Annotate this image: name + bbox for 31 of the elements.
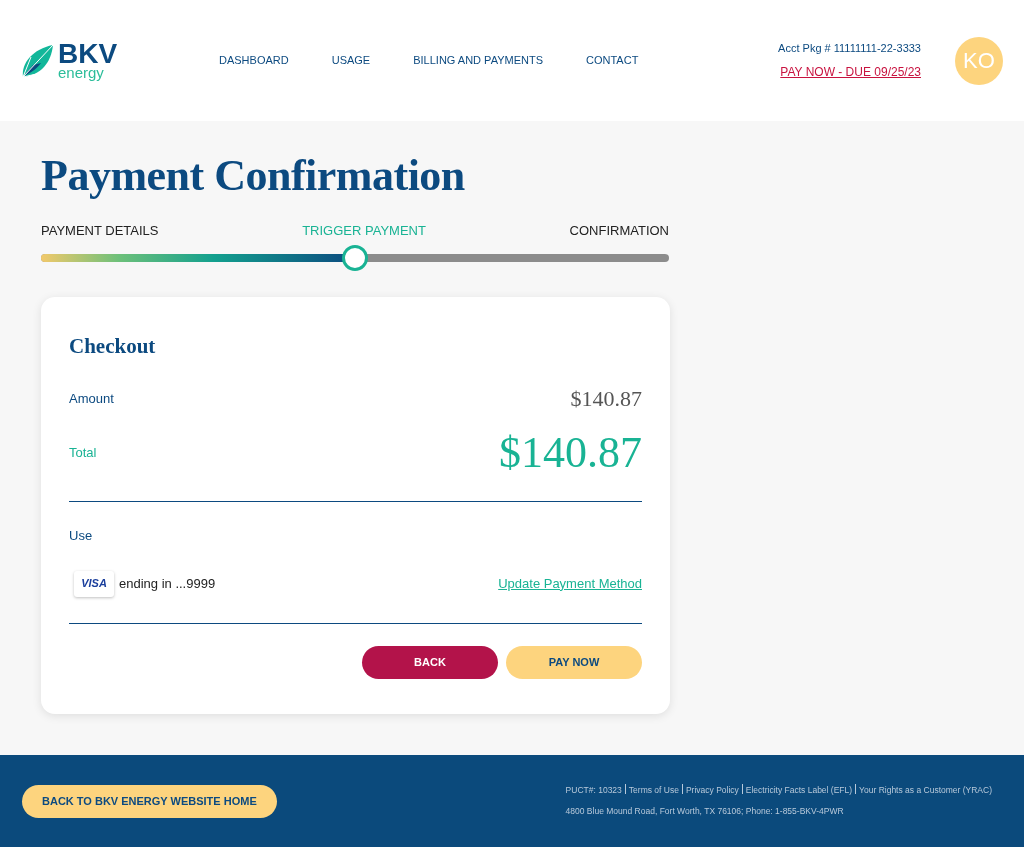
total-value: $140.87 [499, 427, 642, 479]
pay-now-link[interactable]: PAY NOW - DUE 09/25/23 [780, 63, 921, 82]
visa-card-icon: VISA [74, 570, 114, 597]
page-title: Payment Confirmation [41, 151, 466, 201]
progress-thumb[interactable] [342, 244, 368, 271]
card-ending: ending in ...9999 [119, 574, 216, 593]
nav-link[interactable]: USAGE [331, 52, 371, 69]
step-label: PAYMENT DETAILS [41, 222, 159, 240]
account-number: Acct Pkg # 11111111-22-3333 [778, 40, 921, 56]
total-label: Total [69, 444, 97, 463]
amount-value: $140.87 [570, 385, 642, 413]
step-label: TRIGGER PAYMENT [302, 222, 426, 240]
back-button[interactable]: BACK [362, 645, 498, 679]
footer-link[interactable]: Your Rights as a Customer (YRAC) [859, 784, 992, 797]
footer-link[interactable]: Terms of Use [628, 784, 679, 797]
logo-tagline: energy [58, 65, 105, 80]
license-number: PUCT#: 10323 [565, 784, 622, 797]
footer-link[interactable]: Electricity Facts Label (EFL) [745, 784, 853, 797]
pay-now-button[interactable]: PAY NOW [506, 645, 642, 679]
step-label: CONFIRMATION [569, 222, 669, 240]
logo-brand: BKV [58, 41, 118, 66]
footer-link[interactable]: Privacy Policy [685, 784, 739, 797]
footer-address: 4800 Blue Mound Road, Fort Worth, TX 76106; Phone: 1-855-BKV-4PWR [565, 805, 845, 818]
amount-label: Amount [69, 389, 114, 408]
nav-link[interactable]: DASHBOARD [219, 52, 289, 69]
nav-link[interactable]: CONTACT [586, 52, 639, 69]
card-title: Checkout [69, 332, 157, 360]
nav-link[interactable]: BILLING AND PAYMENTS [413, 52, 543, 69]
use-label: Use [69, 527, 94, 545]
website-home-button[interactable]: BACK TO BKV ENERGY WEBSITE HOME [22, 784, 277, 818]
leaf-logo-icon [21, 42, 54, 79]
